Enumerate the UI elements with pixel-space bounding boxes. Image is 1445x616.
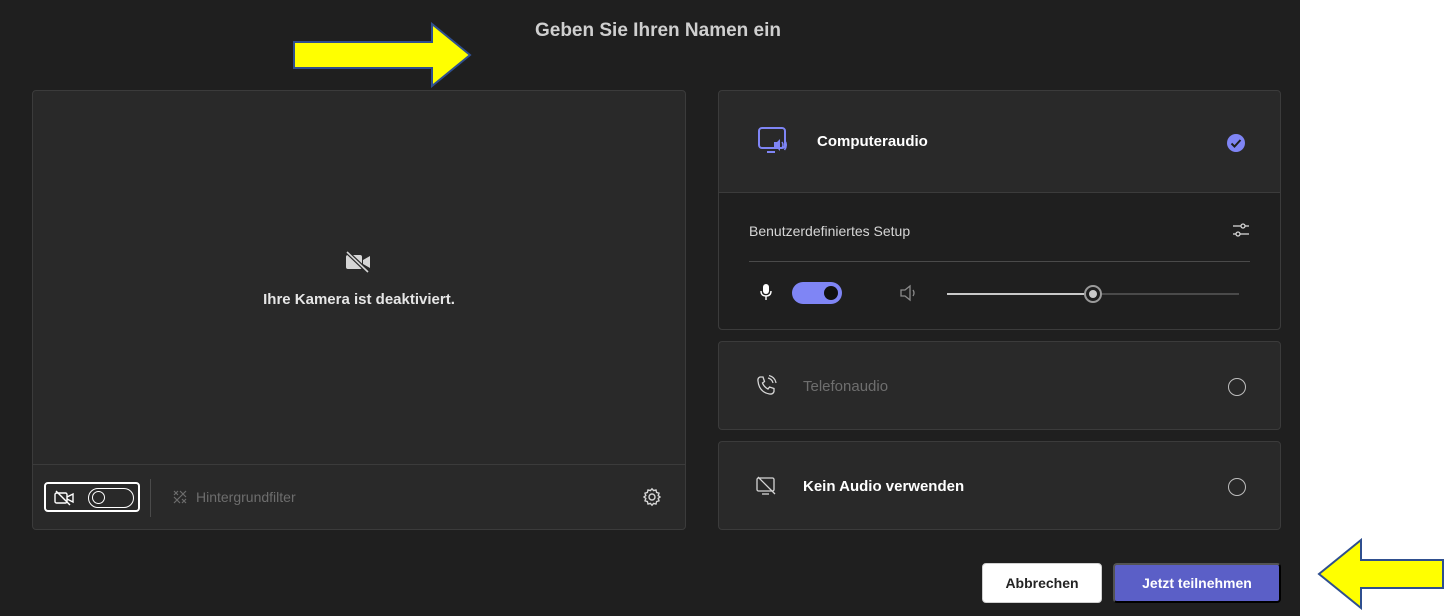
camera-switch[interactable] <box>88 488 134 508</box>
phone-audio-radio[interactable] <box>1228 378 1246 396</box>
camera-off-icon <box>345 251 370 273</box>
computer-audio-header[interactable]: Computeraudio <box>719 91 1280 192</box>
phone-icon <box>757 375 777 395</box>
camera-off-icon <box>54 490 74 506</box>
computer-audio-option[interactable]: Computeraudio Benutzerdefiniertes Setup <box>718 90 1281 330</box>
setup-divider <box>749 261 1250 262</box>
phone-audio-label: Telefonaudio <box>803 378 889 395</box>
cancel-button[interactable]: Abbrechen <box>982 563 1102 603</box>
camera-toggle[interactable] <box>44 482 140 512</box>
device-settings-icon[interactable] <box>1232 221 1250 239</box>
annotation-arrow-right-icon <box>293 22 472 88</box>
dialog-title: Geben Sie Ihren Namen ein <box>534 20 782 41</box>
no-audio-radio[interactable] <box>1228 478 1246 496</box>
camera-off-message: Ihre Kamera ist deaktiviert. <box>263 291 455 308</box>
gear-icon[interactable] <box>642 487 662 507</box>
checkmark-circle-icon <box>1227 134 1245 152</box>
computer-audio-icon <box>758 127 787 153</box>
speaker-volume-thumb[interactable] <box>1084 285 1102 303</box>
microphone-icon <box>760 284 772 300</box>
custom-setup-section: Benutzerdefiniertes Setup <box>719 192 1280 329</box>
microphone-toggle[interactable] <box>792 282 842 304</box>
camera-switch-knob <box>92 491 105 504</box>
speaker-volume-fill <box>947 293 1093 295</box>
no-audio-option[interactable]: Kein Audio verwenden <box>718 441 1281 530</box>
camera-footer: Hintergrundfilter <box>33 464 685 529</box>
speaker-icon <box>900 284 915 302</box>
camera-preview: Ihre Kamera ist deaktiviert. Hintergrund… <box>32 90 686 530</box>
join-now-button[interactable]: Jetzt teilnehmen <box>1113 563 1281 603</box>
microphone-toggle-knob <box>824 286 838 300</box>
background-filter-icon <box>173 490 187 504</box>
no-audio-label: Kein Audio verwenden <box>803 478 965 495</box>
custom-setup-label: Benutzerdefiniertes Setup <box>749 223 911 239</box>
no-audio-icon <box>756 476 776 495</box>
join-dialog: Geben Sie Ihren Namen ein Ihre Kamera is… <box>0 0 1300 616</box>
annotation-arrow-left-icon <box>1317 538 1444 610</box>
computer-audio-label: Computeraudio <box>817 133 928 150</box>
phone-audio-option[interactable]: Telefonaudio <box>718 341 1281 430</box>
footer-divider <box>150 479 151 517</box>
background-filter-label: Hintergrundfilter <box>196 489 296 505</box>
speaker-volume-slider[interactable] <box>947 285 1239 303</box>
background-filter-button[interactable]: Hintergrundfilter <box>172 489 296 505</box>
